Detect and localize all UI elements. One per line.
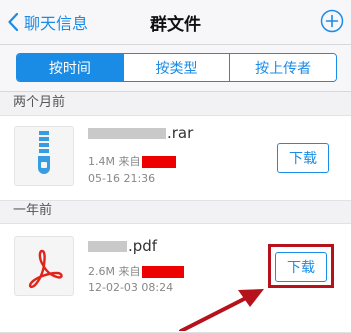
annotation-arrow-icon xyxy=(179,289,264,331)
